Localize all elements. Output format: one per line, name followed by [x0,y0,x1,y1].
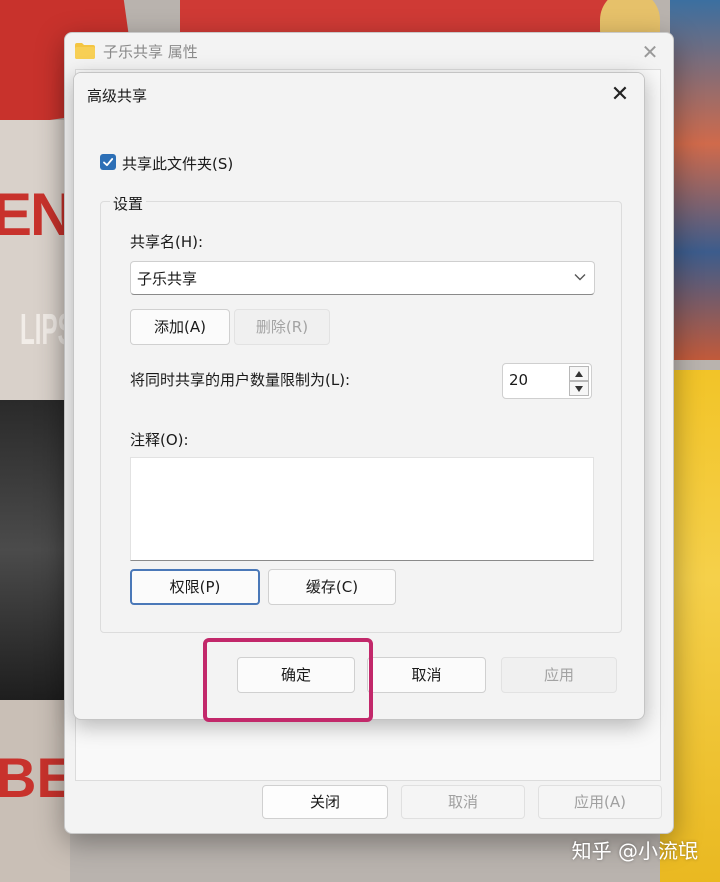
dialog-titlebar[interactable]: 高级共享 ✕ [74,73,644,117]
properties-titlebar[interactable]: 子乐共享 属性 ✕ [65,33,673,69]
comment-textarea[interactable] [130,457,594,561]
spin-down-arrow-icon[interactable] [569,381,589,396]
wallpaper-shape [0,120,70,400]
folder-icon [75,43,95,59]
dialog-title: 高级共享 [87,87,148,105]
properties-close-button[interactable]: 关闭 [262,785,388,819]
comment-label: 注释(O): [130,431,189,449]
properties-cancel-button[interactable]: 取消 [401,785,525,819]
user-limit-label: 将同时共享的用户数量限制为(L): [130,371,351,389]
caching-button[interactable]: 缓存(C) [268,569,396,605]
settings-legend: 设置 [110,193,147,214]
spin-up-arrow-icon[interactable] [569,366,589,381]
share-name-label: 共享名(H): [130,233,204,251]
remove-button[interactable]: 删除(R) [234,309,330,345]
wallpaper-text: BE [0,746,74,809]
cancel-button[interactable]: 取消 [367,657,486,693]
share-name-value: 子乐共享 [137,270,198,288]
properties-apply-button[interactable]: 应用(A) [538,785,662,819]
apply-button[interactable]: 应用 [501,657,617,693]
wallpaper-text: EN [0,181,73,248]
properties-button-bar: 关闭 取消 应用(A) [65,785,673,825]
add-button[interactable]: 添加(A) [130,309,230,345]
share-folder-label: 共享此文件夹(S) [122,155,234,173]
share-name-combobox[interactable]: 子乐共享 [130,261,595,295]
close-icon[interactable]: ✕ [637,39,663,65]
advanced-sharing-dialog: 高级共享 ✕ 共享此文件夹(S) 设置 共享名(H): 子乐共享 添加(A) 删… [73,72,645,720]
chevron-down-icon[interactable] [574,272,586,282]
wallpaper-shape [670,0,720,360]
permissions-button[interactable]: 权限(P) [130,569,260,605]
close-icon[interactable]: ✕ [606,81,634,109]
user-limit-spinbox[interactable]: 20 [502,363,592,399]
checkbox-checked-icon[interactable] [100,154,116,170]
highlight-box [203,638,373,722]
watermark: 知乎 @小流氓 [571,839,698,863]
wallpaper-shape [0,400,70,700]
properties-title: 子乐共享 属性 [103,43,198,61]
user-limit-value: 20 [509,371,529,389]
